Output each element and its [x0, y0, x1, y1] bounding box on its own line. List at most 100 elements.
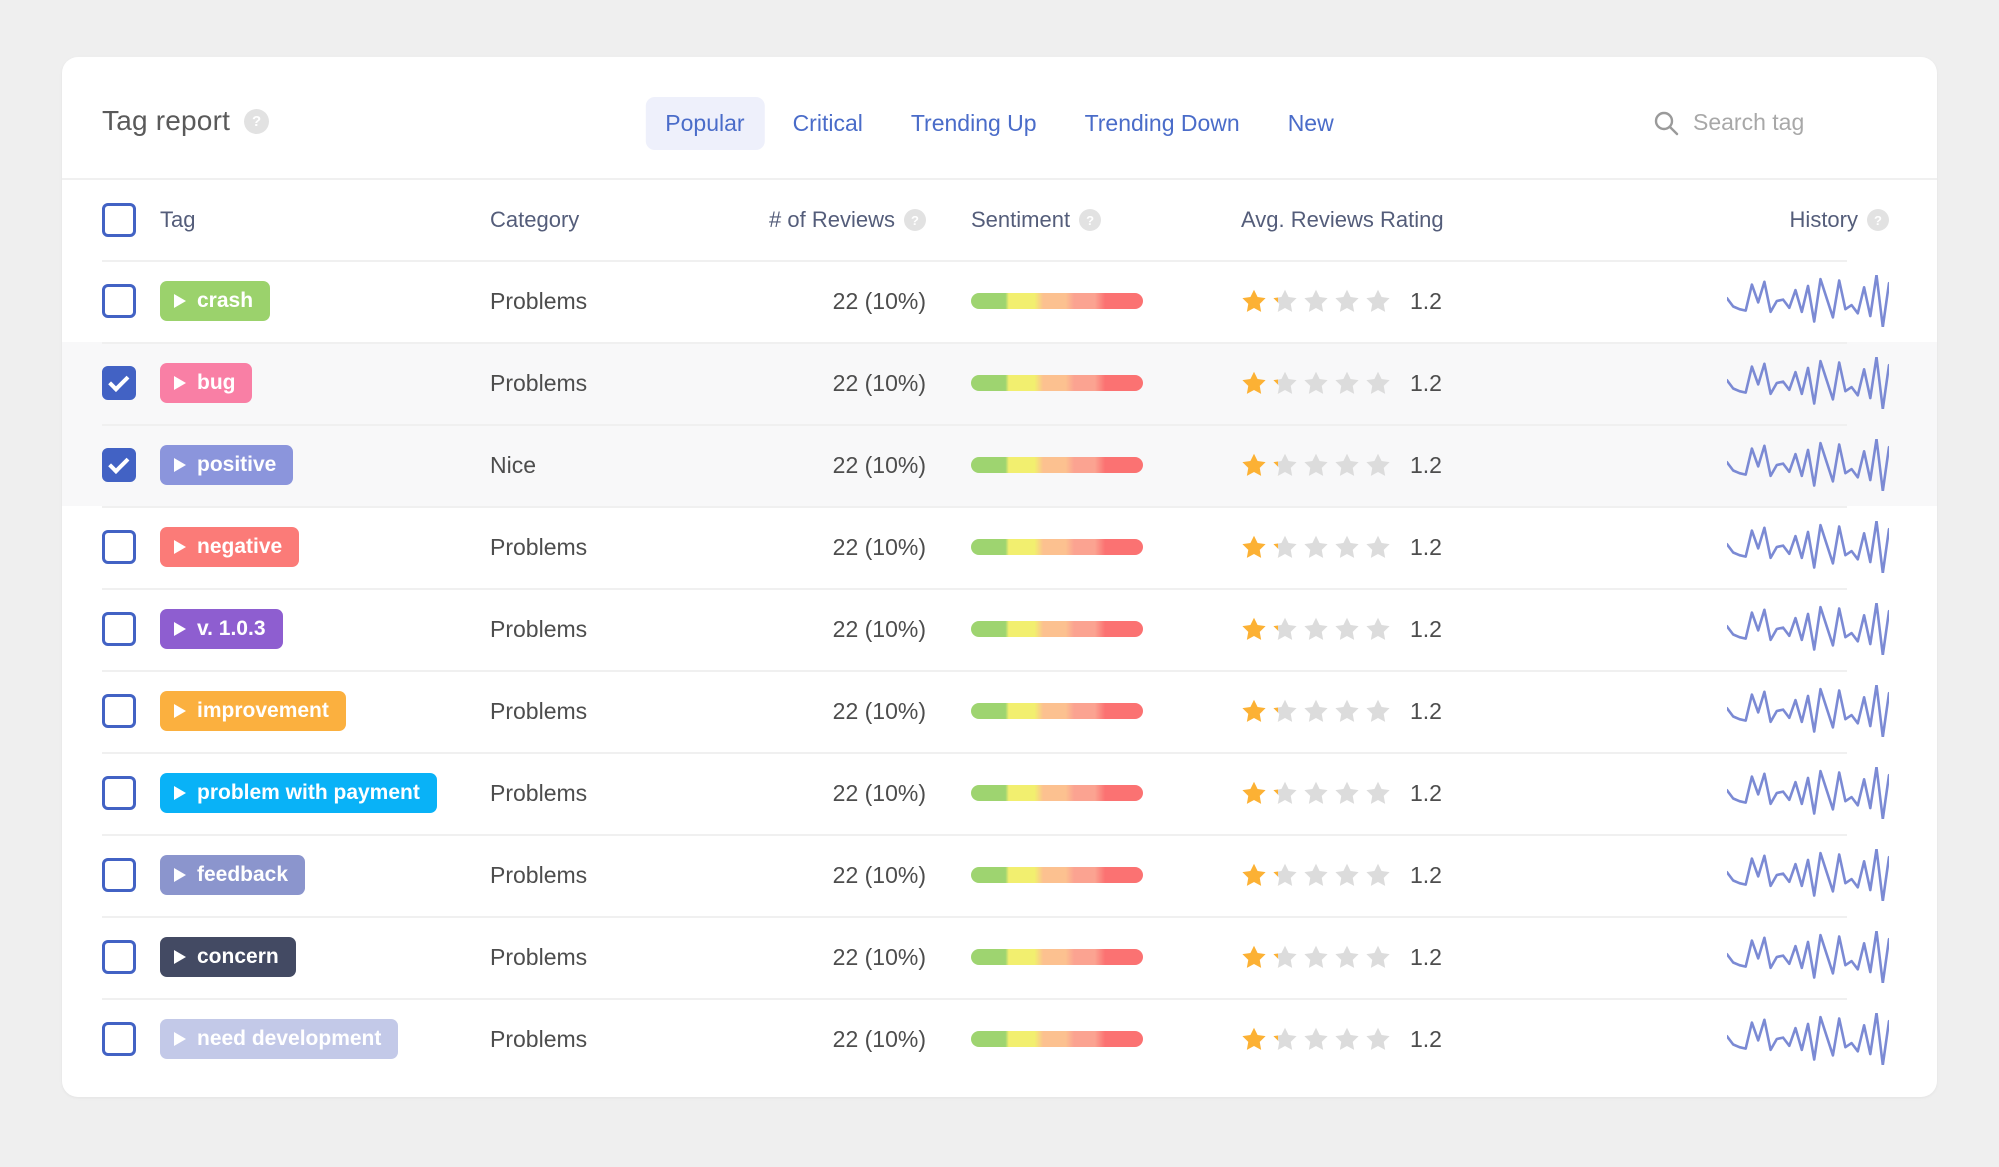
tag-pill[interactable]: crash	[160, 281, 271, 321]
category-cell: Problems	[490, 615, 588, 642]
row-checkbox[interactable]	[102, 530, 136, 564]
sentiment-bar	[971, 703, 1143, 719]
play-triangle-icon	[174, 294, 186, 308]
rating-cell: 1.2	[1216, 780, 1576, 807]
star-icon-empty	[1366, 371, 1390, 394]
rating-cell: 1.2	[1216, 370, 1576, 397]
select-all-cell	[62, 203, 160, 237]
table-row[interactable]: improvement Problems 22 (10%) 1.2	[62, 670, 1937, 752]
tag-cell: problem with payment	[160, 773, 490, 813]
star-icon-empty	[1304, 863, 1328, 886]
tag-pill[interactable]: negative	[160, 527, 300, 567]
row-checkbox[interactable]	[102, 940, 136, 974]
sentiment-bar	[971, 949, 1143, 965]
column-header-category-label: Category	[490, 207, 580, 232]
question-mark-icon[interactable]: ?	[244, 108, 270, 134]
reviews-count-cell: 22 (10%)	[832, 1025, 926, 1052]
tab-bar: Popular Critical Trending Up Trending Do…	[645, 97, 1353, 150]
star-icon-empty	[1335, 781, 1359, 804]
rating-cell: 1.2	[1216, 288, 1576, 315]
table-row[interactable]: problem with payment Problems 22 (10%) 1…	[62, 752, 1937, 834]
column-header-reviews[interactable]: # of Reviews ?	[710, 207, 926, 233]
table-row[interactable]: v. 1.0.3 Problems 22 (10%) 1.2	[62, 588, 1937, 670]
star-icon-empty	[1335, 945, 1359, 968]
tab-new[interactable]: New	[1268, 97, 1354, 150]
column-header-sentiment-label: Sentiment	[971, 207, 1071, 232]
row-select-cell	[62, 448, 160, 482]
sentiment-question-mark-icon[interactable]: ?	[1079, 209, 1102, 231]
row-checkbox[interactable]	[102, 776, 136, 810]
star-icon-empty	[1366, 289, 1390, 312]
search-input[interactable]	[1693, 109, 1893, 136]
tag-pill[interactable]: bug	[160, 363, 253, 403]
rating-cell: 1.2	[1216, 534, 1576, 561]
tag-pill[interactable]: positive	[160, 445, 294, 485]
star-rating: 1.2	[1241, 944, 1576, 971]
sentiment-bar	[971, 457, 1143, 473]
tag-cell: crash	[160, 281, 490, 321]
table-row[interactable]: need development Problems 22 (10%) 1.2	[62, 998, 1937, 1080]
tag-label: negative	[197, 535, 283, 558]
star-icon-empty	[1304, 371, 1328, 394]
sentiment-cell	[926, 949, 1216, 965]
rating-value: 1.2	[1410, 287, 1442, 314]
reviews-count-cell: 22 (10%)	[832, 779, 926, 806]
tab-critical[interactable]: Critical	[773, 97, 883, 150]
select-all-checkbox[interactable]	[102, 203, 136, 237]
row-checkbox[interactable]	[102, 858, 136, 892]
star-icon-partial	[1273, 535, 1297, 558]
reviews-count-cell: 22 (10%)	[832, 369, 926, 396]
column-header-history[interactable]: History ?	[1576, 207, 1937, 233]
search-box[interactable]	[1653, 109, 1893, 136]
history-cell	[1576, 521, 1937, 573]
tag-pill[interactable]: improvement	[160, 691, 346, 731]
tag-cell: positive	[160, 445, 490, 485]
star-icon-filled	[1242, 289, 1266, 312]
row-checkbox[interactable]	[102, 694, 136, 728]
tag-pill[interactable]: feedback	[160, 855, 306, 895]
tag-pill[interactable]: concern	[160, 937, 296, 977]
star-icon-empty	[1366, 453, 1390, 476]
star-icon-empty	[1366, 535, 1390, 558]
table-row[interactable]: crash Problems 22 (10%) 1.2	[62, 260, 1937, 342]
star-rating: 1.2	[1241, 616, 1576, 643]
table-row[interactable]: bug Problems 22 (10%) 1.2	[62, 342, 1937, 424]
tag-label: positive	[197, 453, 277, 476]
table-row[interactable]: concern Problems 22 (10%) 1.2	[62, 916, 1937, 998]
history-question-mark-icon[interactable]: ?	[1867, 209, 1889, 231]
history-cell	[1576, 439, 1937, 491]
tab-trending-up[interactable]: Trending Up	[891, 97, 1057, 150]
row-checkbox[interactable]	[102, 1022, 136, 1056]
row-select-cell	[62, 284, 160, 318]
table-row[interactable]: positive Nice 22 (10%) 1.2	[62, 424, 1937, 506]
reviews-question-mark-icon[interactable]: ?	[904, 209, 926, 231]
sentiment-cell	[926, 293, 1216, 309]
tab-popular[interactable]: Popular	[645, 97, 765, 150]
card-header: Tag report ? Popular Critical Trending U…	[62, 57, 1937, 180]
tag-table: Tag Category # of Reviews ? Sentiment ? …	[62, 180, 1937, 1080]
star-icon-empty	[1335, 453, 1359, 476]
star-rating: 1.2	[1241, 534, 1576, 561]
table-row[interactable]: negative Problems 22 (10%) 1.2	[62, 506, 1937, 588]
page-title-group: Tag report ?	[102, 105, 270, 137]
table-row[interactable]: feedback Problems 22 (10%) 1.2	[62, 834, 1937, 916]
tab-trending-down[interactable]: Trending Down	[1065, 97, 1260, 150]
row-checkbox[interactable]	[102, 448, 136, 482]
row-checkbox[interactable]	[102, 612, 136, 646]
column-header-rating[interactable]: Avg. Reviews Rating	[1216, 207, 1576, 233]
category-cell: Problems	[490, 943, 588, 970]
row-checkbox[interactable]	[102, 284, 136, 318]
row-select-cell	[62, 1022, 160, 1056]
category-cell: Problems	[490, 779, 588, 806]
tag-cell: feedback	[160, 855, 490, 895]
star-icon-empty	[1304, 617, 1328, 640]
tag-pill[interactable]: v. 1.0.3	[160, 609, 283, 649]
row-checkbox[interactable]	[102, 366, 136, 400]
column-header-sentiment[interactable]: Sentiment ?	[926, 207, 1216, 233]
star-icon-empty	[1366, 1027, 1390, 1050]
tag-pill[interactable]: problem with payment	[160, 773, 437, 813]
history-sparkline	[1727, 849, 1889, 901]
column-header-tag[interactable]: Tag	[160, 207, 490, 233]
tag-pill[interactable]: need development	[160, 1019, 399, 1059]
column-header-category[interactable]: Category	[490, 207, 710, 233]
